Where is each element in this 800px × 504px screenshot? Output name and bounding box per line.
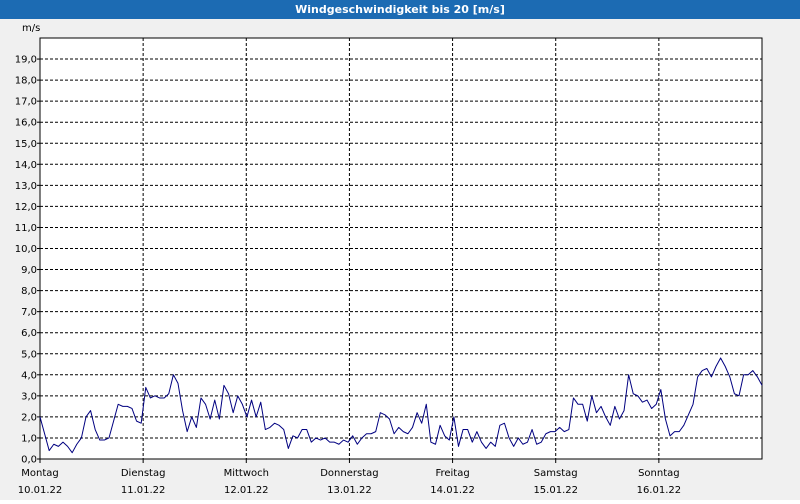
x-tick-date-label: 14.01.22 — [430, 485, 475, 496]
x-tick-day-label: Freitag — [435, 468, 469, 479]
y-tick-label: 8,0 — [21, 286, 37, 297]
y-tick-label: 12,0 — [15, 202, 37, 213]
y-tick-label: 1,0 — [21, 433, 37, 444]
x-axis: Montag 10.01.22 Dienstag 11.01.22 Mittwoch 12… — [18, 459, 681, 496]
x-tick-day-label: Samstag — [534, 468, 578, 479]
y-tick-label: 9,0 — [21, 265, 37, 276]
chart-area: 0,0 1,0 2,0 3,0 4,0 5,0 6,0 7,0 8,0 9,0 10,0 11,0 12… — [0, 19, 800, 500]
y-tick-label: 2,0 — [21, 412, 37, 423]
x-tick-day-label: Montag — [21, 468, 58, 479]
y-tick-label: 15,0 — [15, 139, 37, 150]
x-tick-date-label: 16.01.22 — [637, 485, 682, 496]
y-tick-label: 18,0 — [15, 76, 37, 87]
y-tick-label: 0,0 — [21, 455, 37, 466]
y-tick-label: 7,0 — [21, 307, 37, 318]
x-tick-day-label: Sonntag — [638, 468, 680, 479]
x-tick-date-label: 12.01.22 — [224, 485, 269, 496]
wind-speed-chart: 0,0 1,0 2,0 3,0 4,0 5,0 6,0 7,0 8,0 9,0 10,0 11,0 12… — [15, 23, 763, 496]
x-tick-date-label: 11.01.22 — [121, 485, 166, 496]
y-tick-label: 16,0 — [15, 118, 37, 129]
x-tick-day-label: Mittwoch — [224, 468, 269, 479]
y-tick-label: 11,0 — [15, 223, 37, 234]
chart-title: Windgeschwindigkeit bis 20 [m/s] — [0, 0, 800, 19]
y-tick-label: 14,0 — [15, 160, 37, 171]
x-tick-date-label: 10.01.22 — [18, 485, 63, 496]
y-tick-label: 10,0 — [15, 244, 37, 255]
x-tick-date-label: 13.01.22 — [327, 485, 372, 496]
y-tick-label: 19,0 — [15, 55, 37, 66]
y-tick-label: 4,0 — [21, 370, 37, 381]
x-tick-day-label: Donnerstag — [320, 468, 378, 479]
y-tick-label: 17,0 — [15, 97, 37, 108]
y-axis-label: m/s — [22, 23, 40, 34]
y-tick-label: 5,0 — [21, 349, 37, 360]
y-axis: 0,0 1,0 2,0 3,0 4,0 5,0 6,0 7,0 8,0 9,0 10,0 11,0 12… — [15, 55, 40, 466]
y-tick-label: 6,0 — [21, 328, 37, 339]
x-tick-date-label: 15.01.22 — [533, 485, 578, 496]
y-tick-label: 3,0 — [21, 391, 37, 402]
x-tick-day-label: Dienstag — [121, 468, 166, 479]
y-tick-label: 13,0 — [15, 181, 37, 192]
